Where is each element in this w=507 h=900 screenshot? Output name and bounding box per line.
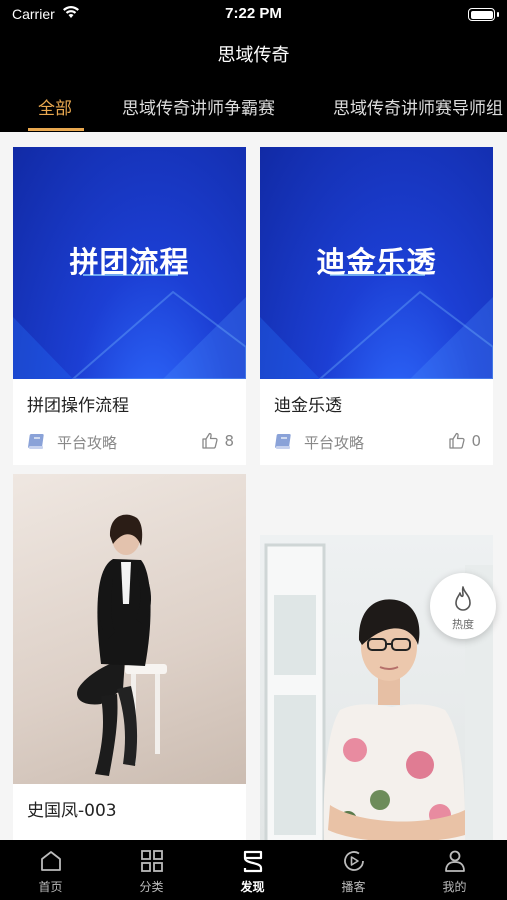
- tabbar-label: 发现: [240, 880, 265, 894]
- status-bar: Carrier 7:22 PM: [0, 0, 507, 30]
- tabbar-item-category[interactable]: 分类: [101, 840, 202, 900]
- book-icon: [28, 434, 44, 449]
- navigation-bar: 思域传奇: [0, 30, 507, 80]
- like-count: 8: [224, 432, 234, 450]
- play-icon: [344, 851, 364, 871]
- card-meta: 平台攻略 0: [274, 431, 481, 453]
- active-tab-indicator: [28, 128, 84, 131]
- tab-lecturer-mentor-group[interactable]: 思域传奇讲师赛导师组: [333, 94, 503, 119]
- like-count: 0: [471, 432, 481, 450]
- card-category: 平台攻略: [304, 434, 365, 452]
- hot-button[interactable]: 热度: [430, 573, 496, 639]
- thumbnail-text: 拼团流程: [69, 245, 190, 279]
- thumbs-up-icon[interactable]: [448, 432, 465, 449]
- card-thumbnail[interactable]: 拼团流程: [13, 147, 246, 379]
- tabbar-label: 播客: [341, 880, 366, 894]
- tab-lecturer-contest[interactable]: 思域传奇讲师争霸赛: [122, 94, 275, 119]
- card-thumbnail[interactable]: [13, 474, 246, 784]
- card-title: 史国凤-003: [27, 801, 117, 821]
- tabbar-item-mine[interactable]: 我的: [404, 840, 505, 900]
- bottom-tab-bar: 首页 分类 发现 播客 我的: [0, 840, 507, 900]
- clock: 7:22 PM: [225, 5, 282, 22]
- hot-label: 热度: [452, 618, 474, 631]
- home-icon: [41, 851, 61, 871]
- grid-icon: [141, 850, 163, 872]
- tabbar-label: 首页: [38, 880, 63, 894]
- thumbnail-text: 迪金乐透: [316, 245, 437, 279]
- tabbar-item-home[interactable]: 首页: [0, 840, 101, 900]
- tabbar-item-discover[interactable]: 发现: [202, 840, 303, 900]
- feed-card[interactable]: 拼团流程 拼团操作流程 平台攻略 8: [13, 147, 246, 465]
- card-meta: 平台攻略 8: [27, 431, 234, 453]
- battery-icon: [468, 8, 499, 21]
- card-title: 拼团操作流程: [27, 396, 129, 416]
- person-photo: [77, 514, 167, 776]
- card-category: 平台攻略: [57, 434, 118, 452]
- feed-card[interactable]: 迪金乐透 迪金乐透 平台攻略 0: [260, 147, 493, 465]
- user-icon: [445, 850, 465, 872]
- card-thumbnail[interactable]: 迪金乐透: [260, 147, 493, 379]
- flame-icon: [455, 586, 471, 611]
- category-tabs: 全部 思域传奇讲师争霸赛 思域传奇讲师赛导师组: [0, 80, 507, 132]
- feed[interactable]: 拼团流程 拼团操作流程 平台攻略 8 迪金乐透 迪金乐透 平台攻略 0 史国凤-…: [0, 132, 507, 840]
- thumbs-up-icon[interactable]: [201, 432, 218, 449]
- page-title: 思域传奇: [217, 45, 290, 66]
- tabbar-item-podcast[interactable]: 播客: [303, 840, 404, 900]
- discover-icon: [243, 850, 263, 873]
- tabbar-label: 分类: [139, 880, 164, 894]
- book-icon: [275, 434, 291, 449]
- feed-card[interactable]: 史国凤-003: [13, 474, 246, 840]
- tab-all[interactable]: 全部: [38, 94, 72, 119]
- tabbar-label: 我的: [442, 880, 467, 894]
- card-title: 迪金乐透: [274, 396, 342, 416]
